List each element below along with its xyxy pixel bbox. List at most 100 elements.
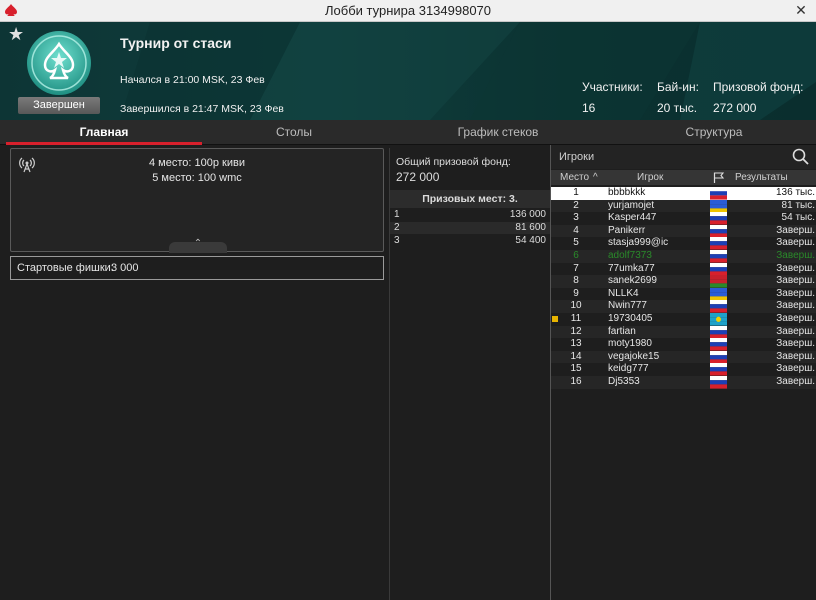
tab-bar: Главная Столы График стеков Структура [0,120,816,145]
player-result: Заверш. [776,376,815,387]
country-flag-icon [710,376,727,389]
total-pool-label: Общий призовой фонд: [396,156,511,168]
participants-label: Участники: [582,80,643,94]
country-flag-icon [710,313,727,326]
player-place: 3 [573,212,579,224]
window-titlebar: Лобби турнира 3134998070 ✕ [0,0,816,22]
player-place: 7 [573,262,579,274]
country-flag-icon [710,262,727,276]
col-player[interactable]: Игрок [637,170,663,185]
table-row[interactable]: 6 adolf7373 Заверш. [551,250,816,263]
prize-amount: 54 400 [515,235,546,246]
table-row[interactable]: 14 vegajoke15 Заверш. [551,350,816,364]
status-badge: Завершен [18,97,100,114]
search-icon[interactable] [792,148,809,165]
players-table-header: Место ^ Игрок Результаты [551,170,816,185]
table-row[interactable]: 2 yurjamojet 81 тыс. [551,199,816,213]
table-row[interactable]: 9 NLLK4 Заверш. [551,287,816,301]
player-place: 5 [573,237,579,249]
player-result: Заверш. [776,262,815,274]
country-flag-icon [710,250,727,263]
table-row[interactable]: 1 bbbbkkk 136 тыс. [551,187,816,200]
tournament-name: Турнир от стаси [120,35,232,51]
table-row[interactable]: 16 Dj5353 Заверш. [551,376,816,389]
table-row[interactable]: 13 moty1980 Заверш. [551,338,816,351]
close-icon[interactable]: ✕ [786,0,816,21]
buyin-value: 20 тыс. [657,101,698,115]
prize-place: 1 [394,209,400,220]
prize-amount: 136 000 [509,209,546,220]
player-place: 1 [573,187,579,198]
player-result: Заверш. [776,313,815,324]
table-row[interactable]: 4 Panikerr Заверш. [551,224,816,238]
table-row[interactable]: 3 Kasper447 54 тыс. [551,212,816,225]
prize-amount: 81 600 [515,222,546,233]
table-row[interactable]: 8 sanek2699 Заверш. [551,275,816,288]
prize-place: 2 [394,222,400,233]
player-name: NLLK4 [608,287,639,299]
star-icon[interactable]: ★ [8,24,24,45]
player-result: Заверш. [776,237,815,249]
player-name: sanek2699 [608,275,657,287]
starting-chips-value: 3 000 [111,262,139,274]
window-title: Лобби турнира 3134998070 [324,3,492,18]
player-name: keidg777 [608,363,649,375]
prize-place: 3 [394,235,400,246]
player-result: Заверш. [776,275,815,287]
col-place[interactable]: Место [560,170,589,185]
flag-icon[interactable] [713,172,725,183]
country-flag-icon [710,300,727,313]
player-place: 11 [570,313,582,324]
player-place: 16 [570,376,582,387]
table-row[interactable]: 5 stasja999@ic Заверш. [551,237,816,250]
country-flag-icon [710,199,727,213]
country-flag-icon [710,363,727,376]
tab-structure[interactable]: Структура [616,120,812,145]
prizepool-value: 272 000 [713,101,757,115]
start-time: Начался в 21:00 MSK, 23 Фев [120,74,265,86]
pokerstars-spade-icon [27,31,91,95]
table-row[interactable]: 7 77umka77 Заверш. [551,262,816,276]
end-time: Завершился в 21:47 MSK, 23 Фев [120,103,284,115]
table-row[interactable]: 12 fartian Заверш. [551,325,816,339]
player-place: 2 [573,199,579,211]
table-row[interactable]: 10 Nwin777 Заверш. [551,300,816,313]
players-label: Игроки [559,151,595,163]
player-name: bbbbkkk [608,187,646,198]
player-place: 13 [570,338,582,350]
player-place: 9 [573,287,579,299]
player-place: 6 [573,250,579,261]
table-row[interactable]: 15 keidg777 Заверш. [551,363,816,376]
player-place: 10 [570,300,582,312]
player-name: Nwin777 [608,300,647,312]
player-result: Заверш. [776,350,815,362]
player-result: Заверш. [776,300,815,312]
player-name: 19730405 [608,313,653,324]
player-name: stasja999@ic [608,237,669,249]
info-note-line: 4 место: 100р киви [149,157,245,169]
player-place: 12 [570,325,582,337]
expand-toggle[interactable]: ⌃ [169,238,227,253]
player-result: Заверш. [776,338,815,350]
tournament-info-box: 4 место: 100р киви 5 место: 100 wmc ⌃ [10,148,384,253]
country-flag-icon [710,350,727,364]
country-flag-icon [710,212,727,225]
players-panel: Игроки Место ^ Игрок Результаты 1 bbbbkkk… [550,145,816,600]
tab-main[interactable]: Главная [6,120,202,145]
player-result: Заверш. [776,363,815,375]
tab-stack-chart[interactable]: График стеков [400,120,596,145]
player-result: Заверш. [776,250,815,261]
country-flag-icon [710,325,727,339]
player-result: Заверш. [776,224,815,236]
country-flag-icon [710,275,727,288]
tab-tables[interactable]: Столы [196,120,392,145]
player-place: 8 [573,275,579,287]
country-flag-icon [710,237,727,250]
player-result: Заверш. [776,325,815,337]
prizepool-label: Призовой фонд: [713,80,804,94]
country-flag-icon [710,338,727,351]
starting-chips-label: Стартовые фишки: [17,262,114,274]
table-row[interactable]: 11 19730405 Заверш. [551,313,816,326]
player-name: Panikerr [608,224,646,236]
col-results[interactable]: Результаты [735,170,788,185]
